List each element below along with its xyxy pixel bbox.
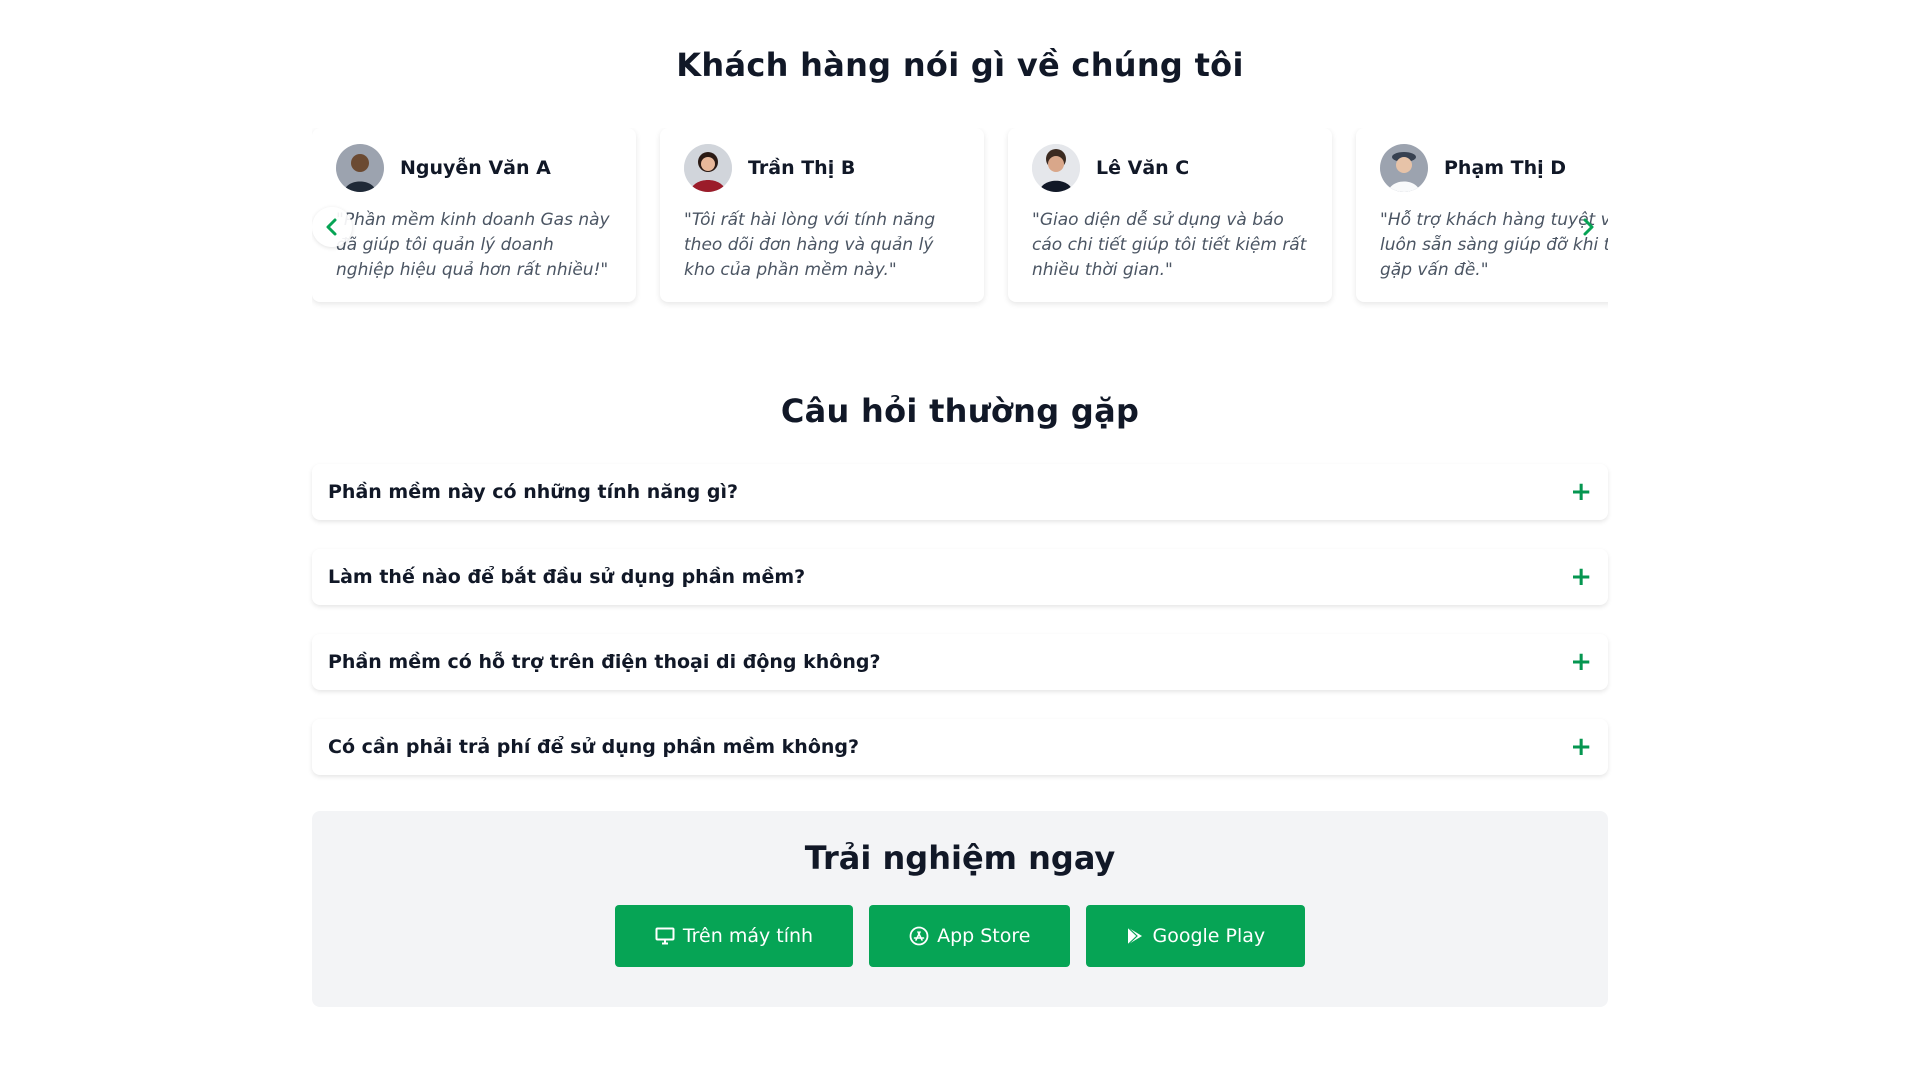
avatar xyxy=(1380,144,1428,192)
google-play-button-label: Google Play xyxy=(1152,925,1266,947)
testimonial-name: Phạm Thị D xyxy=(1444,157,1567,179)
faq-question: Có cần phải trả phí để sử dụng phần mềm … xyxy=(328,736,860,758)
app-store-button[interactable]: App Store xyxy=(869,905,1071,967)
cta-section: Trải nghiệm ngay Trên máy tính App Store xyxy=(312,811,1608,1007)
faq-question: Phần mềm có hỗ trợ trên điện thoại di độ… xyxy=(328,651,881,673)
faq-question: Phần mềm này có những tính năng gì? xyxy=(328,481,739,503)
faq-list: Phần mềm này có những tính năng gì? + Là… xyxy=(312,464,1608,775)
testimonial-card: Lê Văn C "Giao diện dễ sử dụng và báo cá… xyxy=(1008,128,1332,302)
testimonial-card: Phạm Thị D "Hỗ trợ khách hàng tuyệt vời,… xyxy=(1356,128,1608,302)
avatar xyxy=(684,144,732,192)
faq-item[interactable]: Làm thế nào để bắt đầu sử dụng phần mềm?… xyxy=(312,549,1608,605)
desktop-button-label: Trên máy tính xyxy=(682,925,814,947)
google-play-icon xyxy=(1128,927,1143,945)
faq-item[interactable]: Phần mềm này có những tính năng gì? + xyxy=(312,464,1608,520)
desktop-button[interactable]: Trên máy tính xyxy=(614,905,854,967)
testimonial-quote: "Giao diện dễ sử dụng và báo cáo chi tiế… xyxy=(1032,210,1307,280)
app-store-icon xyxy=(909,926,929,946)
app-store-button-label: App Store xyxy=(937,925,1031,947)
testimonial-name: Trần Thị B xyxy=(748,157,856,179)
avatar xyxy=(336,144,384,192)
chevron-left-icon xyxy=(326,218,337,236)
testimonial-name: Lê Văn C xyxy=(1096,157,1190,179)
carousel-next-button[interactable] xyxy=(1568,207,1608,247)
plus-icon[interactable]: + xyxy=(1570,649,1592,675)
faq-item[interactable]: Có cần phải trả phí để sử dụng phần mềm … xyxy=(312,719,1608,775)
testimonials-section: Khách hàng nói gì về chúng tôi Nguyễn Vă… xyxy=(312,0,1608,318)
testimonials-title: Khách hàng nói gì về chúng tôi xyxy=(676,46,1244,84)
plus-icon[interactable]: + xyxy=(1570,564,1592,590)
desktop-icon xyxy=(655,927,675,945)
chevron-right-icon xyxy=(1583,218,1594,236)
cta-title: Trải nghiệm ngay xyxy=(804,839,1116,877)
cta-buttons: Trên máy tính App Store Google Play xyxy=(312,905,1608,967)
testimonial-quote: "Phần mềm kinh doanh Gas này đã giúp tôi… xyxy=(336,210,610,280)
faq-section: Câu hỏi thường gặp Phần mềm này có những… xyxy=(312,392,1608,775)
faq-title: Câu hỏi thường gặp xyxy=(780,392,1140,430)
testimonial-card: Nguyễn Văn A "Phần mềm kinh doanh Gas nà… xyxy=(312,128,636,302)
testimonials-carousel[interactable]: Nguyễn Văn A "Phần mềm kinh doanh Gas nà… xyxy=(312,128,1608,318)
carousel-prev-button[interactable] xyxy=(312,207,352,247)
faq-item[interactable]: Phần mềm có hỗ trợ trên điện thoại di độ… xyxy=(312,634,1608,690)
faq-question: Làm thế nào để bắt đầu sử dụng phần mềm? xyxy=(328,566,806,588)
plus-icon[interactable]: + xyxy=(1570,734,1592,760)
plus-icon[interactable]: + xyxy=(1570,479,1592,505)
testimonial-card: Trần Thị B "Tôi rất hài lòng với tính nă… xyxy=(660,128,984,302)
google-play-button[interactable]: Google Play xyxy=(1086,905,1306,967)
carousel-track: Nguyễn Văn A "Phần mềm kinh doanh Gas nà… xyxy=(312,128,1608,302)
avatar xyxy=(1032,144,1080,192)
page-container: Khách hàng nói gì về chúng tôi Nguyễn Vă… xyxy=(312,0,1608,1007)
testimonial-quote: "Tôi rất hài lòng với tính năng theo dõi… xyxy=(684,210,936,280)
testimonial-name: Nguyễn Văn A xyxy=(400,157,551,179)
